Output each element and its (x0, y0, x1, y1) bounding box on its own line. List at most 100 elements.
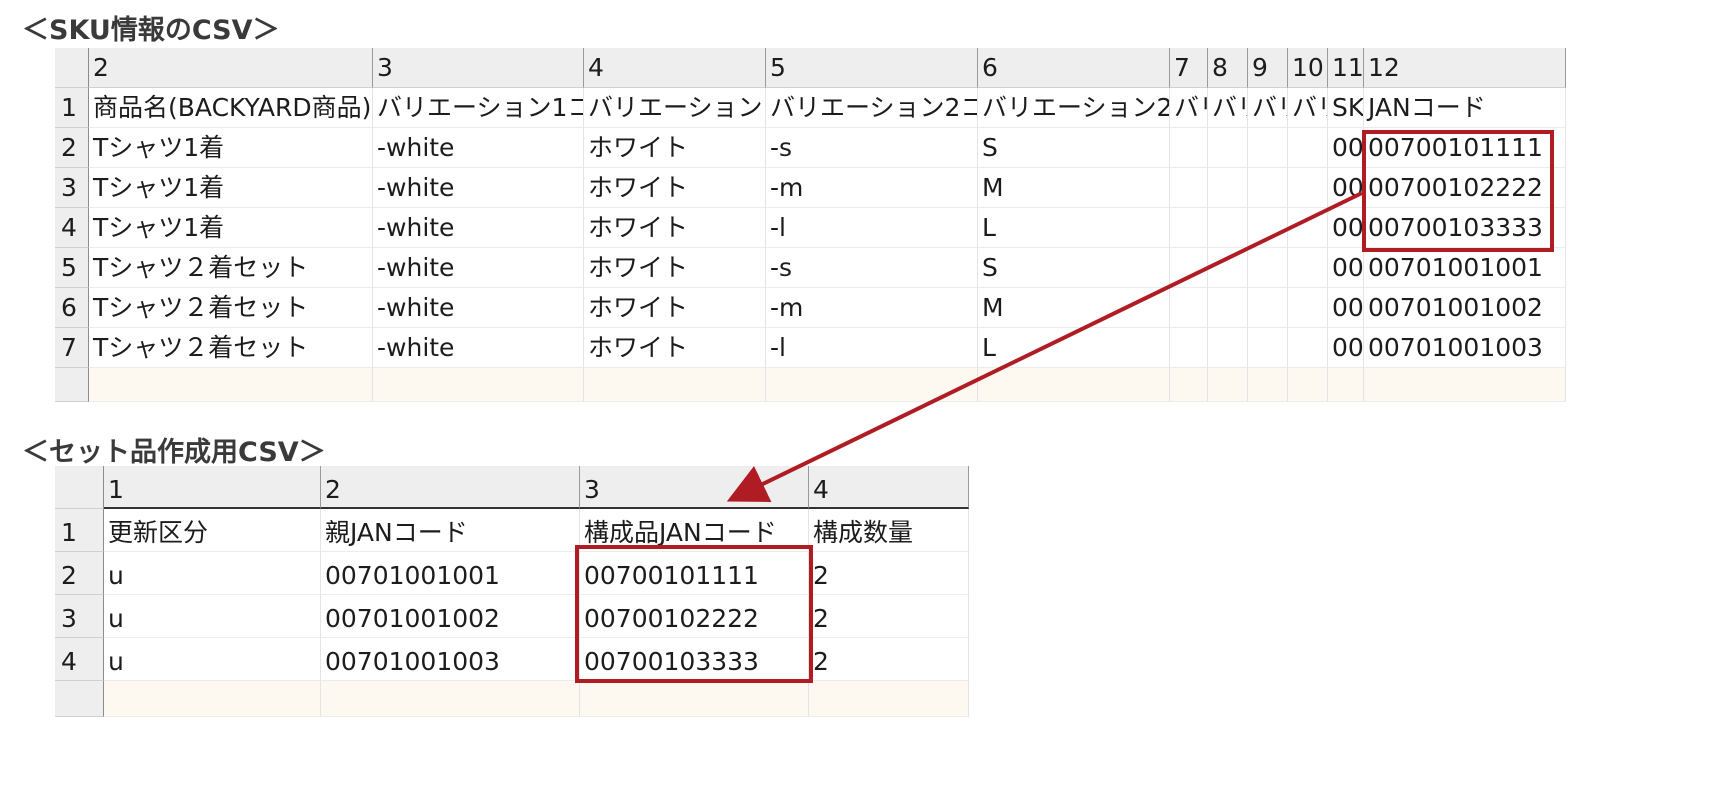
column-header[interactable]: 11 (1328, 48, 1364, 88)
table-cell[interactable]: 構成品JANコード (580, 509, 809, 552)
table-cell[interactable] (1170, 128, 1208, 168)
column-header[interactable]: 12 (1364, 48, 1566, 88)
table-cell[interactable] (1208, 168, 1248, 208)
empty-cell[interactable] (1208, 368, 1248, 402)
table-cell[interactable]: Tシャツ２着セット (89, 288, 373, 328)
row-number[interactable]: 5 (55, 248, 89, 288)
table-cell[interactable]: Tシャツ1着 (89, 168, 373, 208)
table-cell[interactable]: S (978, 128, 1170, 168)
table-cell[interactable]: S (978, 248, 1170, 288)
table-cell[interactable]: 00 (1328, 208, 1364, 248)
corner-cell[interactable] (55, 466, 104, 509)
column-header[interactable]: 9 (1248, 48, 1288, 88)
table-cell[interactable]: -m (766, 288, 978, 328)
table-cell[interactable]: 構成数量 (809, 509, 969, 552)
table-cell[interactable]: バリエーション1コード (373, 88, 584, 128)
column-header[interactable]: 6 (978, 48, 1170, 88)
table-cell[interactable] (1288, 248, 1328, 288)
table-cell[interactable] (1208, 208, 1248, 248)
table-cell[interactable]: 00700103333 (580, 638, 809, 681)
table-cell[interactable]: -white (373, 168, 584, 208)
table-cell[interactable]: u (104, 595, 321, 638)
table-cell[interactable]: -s (766, 248, 978, 288)
column-header[interactable]: 10 (1288, 48, 1328, 88)
table-cell[interactable] (1170, 168, 1208, 208)
table-cell[interactable]: バリエーション1名 (584, 88, 766, 128)
table-cell[interactable]: 00700101111 (580, 552, 809, 595)
column-header[interactable]: 8 (1208, 48, 1248, 88)
empty-cell[interactable] (809, 681, 969, 717)
table-cell[interactable]: -white (373, 328, 584, 368)
table-cell[interactable]: バリエーション2名 (978, 88, 1170, 128)
table-cell[interactable]: u (104, 552, 321, 595)
table-cell[interactable]: ホワイト (584, 208, 766, 248)
empty-cell[interactable] (1364, 368, 1566, 402)
table-cell[interactable]: -white (373, 208, 584, 248)
row-number[interactable]: 1 (55, 509, 104, 552)
table-cell[interactable] (1170, 208, 1208, 248)
table-cell[interactable]: 00 (1328, 168, 1364, 208)
table-cell[interactable]: M (978, 168, 1170, 208)
table-cell[interactable]: 00700103333 (1364, 208, 1566, 248)
table-cell[interactable]: バリ (1288, 88, 1328, 128)
column-header[interactable]: 7 (1170, 48, 1208, 88)
table-cell[interactable]: 00700101111 (1364, 128, 1566, 168)
empty-cell[interactable] (1248, 368, 1288, 402)
table-cell[interactable] (1288, 328, 1328, 368)
table-cell[interactable] (1248, 128, 1288, 168)
empty-cell[interactable] (89, 368, 373, 402)
table-cell[interactable]: Tシャツ1着 (89, 128, 373, 168)
table-cell[interactable]: バリエーション2コード (766, 88, 978, 128)
table-cell[interactable]: Tシャツ1着 (89, 208, 373, 248)
row-number[interactable]: 1 (55, 88, 89, 128)
table-cell[interactable]: -l (766, 328, 978, 368)
empty-cell[interactable] (104, 681, 321, 717)
table-cell[interactable]: ホワイト (584, 248, 766, 288)
table-cell[interactable]: 2 (809, 552, 969, 595)
table-cell[interactable]: バリ (1208, 88, 1248, 128)
table-cell[interactable] (1248, 328, 1288, 368)
row-number[interactable]: 4 (55, 638, 104, 681)
table-cell[interactable] (1208, 328, 1248, 368)
table-cell[interactable]: L (978, 208, 1170, 248)
row-number[interactable]: 4 (55, 208, 89, 248)
column-header[interactable]: 2 (89, 48, 373, 88)
column-header[interactable]: 3 (580, 466, 809, 509)
empty-cell[interactable] (584, 368, 766, 402)
table-cell[interactable]: ホワイト (584, 128, 766, 168)
corner-cell[interactable] (55, 48, 89, 88)
table-cell[interactable]: 00701001001 (321, 552, 580, 595)
column-header[interactable]: 1 (104, 466, 321, 509)
row-number[interactable]: 6 (55, 288, 89, 328)
empty-cell[interactable] (978, 368, 1170, 402)
table-cell[interactable] (1170, 288, 1208, 328)
column-header[interactable]: 3 (373, 48, 584, 88)
empty-cell[interactable] (766, 368, 978, 402)
table-cell[interactable]: 00701001003 (1364, 328, 1566, 368)
table-cell[interactable]: 00700102222 (1364, 168, 1566, 208)
column-header[interactable]: 4 (584, 48, 766, 88)
table-cell[interactable]: u (104, 638, 321, 681)
table-cell[interactable] (1288, 208, 1328, 248)
table-cell[interactable]: 00700102222 (580, 595, 809, 638)
table-cell[interactable]: 00701001002 (1364, 288, 1566, 328)
table-cell[interactable] (1248, 248, 1288, 288)
table-cell[interactable]: バリ (1170, 88, 1208, 128)
table-cell[interactable]: Tシャツ２着セット (89, 328, 373, 368)
table-cell[interactable]: 00701001002 (321, 595, 580, 638)
column-header[interactable]: 5 (766, 48, 978, 88)
empty-cell[interactable] (1170, 368, 1208, 402)
row-number-empty[interactable] (55, 681, 104, 717)
column-header[interactable]: 4 (809, 466, 969, 509)
empty-cell[interactable] (321, 681, 580, 717)
row-number-empty[interactable] (55, 368, 89, 402)
row-number[interactable]: 2 (55, 552, 104, 595)
table-cell[interactable]: -white (373, 288, 584, 328)
table-cell[interactable]: -white (373, 248, 584, 288)
table-cell[interactable]: 00 (1328, 288, 1364, 328)
table-cell[interactable]: 商品名(BACKYARD商品) (89, 88, 373, 128)
table-cell[interactable] (1288, 128, 1328, 168)
column-header[interactable]: 2 (321, 466, 580, 509)
table-cell[interactable]: SKU (1328, 88, 1364, 128)
table-cell[interactable] (1248, 168, 1288, 208)
